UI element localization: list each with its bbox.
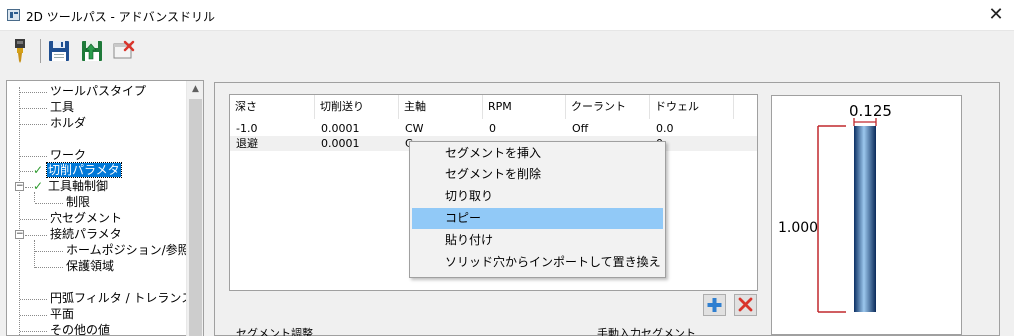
tree-connector (20, 92, 47, 93)
checkmark-icon: ✓ (33, 163, 44, 177)
delete-segment-button[interactable] (734, 294, 757, 316)
add-segment-button[interactable] (703, 294, 726, 316)
scroll-up-icon[interactable]: ▲ (187, 81, 204, 98)
tree-connector (34, 240, 35, 268)
table-cell[interactable]: CW (399, 121, 424, 136)
depth-label: 1.000 (778, 220, 818, 236)
tree-connector (25, 235, 47, 236)
table-cell[interactable]: 0.0001 (315, 136, 360, 151)
scrollbar-thumb[interactable] (189, 99, 202, 336)
collapse-icon[interactable]: − (15, 182, 24, 191)
column-header[interactable]: RPM (483, 95, 566, 119)
tree-item-label: 円弧フィルタ / トレランス (50, 291, 194, 305)
toolbar (0, 31, 1014, 71)
table-cell[interactable]: 0 (483, 121, 496, 136)
tree-item-misc-values[interactable]: その他の値 (49, 323, 111, 336)
window-title: 2D ツールパス - アドバンスドリル (26, 10, 216, 24)
title-bar: 2D ツールパス - アドバンスドリル ✕ (0, 0, 1014, 31)
tree-item-label: ホームポジション/参照点 (66, 243, 202, 257)
column-header[interactable]: 切削送り (315, 95, 399, 119)
tree-connector (35, 251, 63, 252)
tree-item-label: ホルダ (50, 116, 87, 130)
checkmark-icon: ✓ (33, 179, 44, 193)
toolbar-separator (40, 39, 41, 63)
tree-item-label: 制限 (66, 195, 91, 209)
manual-segment-label: 手動入力セグメント (597, 327, 696, 336)
drill-body (854, 126, 876, 312)
tree-connector (20, 108, 47, 109)
tree-item-protected-region[interactable]: 保護領域 (65, 259, 115, 274)
cancel-icon[interactable] (112, 38, 136, 64)
tree-item-stock[interactable]: ワーク (49, 148, 87, 163)
tree-item-link-parameters[interactable]: 接続パラメタ (49, 227, 123, 242)
tree-item-label: ツールパスタイプ (50, 84, 147, 98)
tree-connector (20, 331, 47, 332)
tree-item-home-position[interactable]: ホームポジション/参照点 (65, 243, 203, 258)
table-row[interactable]: -1.0 0.0001 CW 0 Off 0.0 (230, 121, 757, 136)
tree-item-tool[interactable]: 工具 (49, 100, 75, 115)
plus-icon (707, 298, 722, 312)
tree-item-label: 切削パラメタ (46, 162, 122, 178)
tree-connector (25, 187, 33, 188)
grid-header: 深さ 切削送り 主軸 RPM クーラント ドウェル (230, 95, 757, 119)
tree-connector (20, 219, 47, 220)
tree-connector (35, 267, 63, 268)
tree-item-label: 穴セグメント (50, 211, 123, 225)
table-cell[interactable]: -1.0 (230, 121, 257, 136)
tree-item-tool-axis-control[interactable]: 工具軸制御 (47, 179, 109, 194)
tree-item-limits[interactable]: 制限 (65, 195, 91, 210)
collapse-icon[interactable]: − (15, 230, 24, 239)
menu-item-insert-segment[interactable]: セグメントを挿入 (412, 143, 663, 164)
segment-adjust-label: セグメント調整 (236, 327, 313, 336)
tree-item-label: 工具 (50, 100, 75, 114)
tree-item-label: 工具軸制御 (48, 179, 109, 193)
table-cell[interactable]: Off (566, 121, 588, 136)
table-cell[interactable]: 退避 (230, 136, 258, 151)
tree-item-planes[interactable]: 平面 (49, 307, 75, 322)
menu-item-cut[interactable]: 切り取り (412, 186, 663, 207)
tree-item-label: 接続パラメタ (50, 227, 122, 241)
drill-preview: 0.125 1.000 (771, 95, 962, 335)
column-header[interactable]: クーラント (566, 95, 650, 119)
table-cell[interactable]: 0.0001 (315, 121, 360, 136)
context-menu: セグメントを挿入 セグメントを削除 切り取り コピー 貼り付け ソリッド穴からイ… (409, 141, 666, 278)
close-button[interactable]: ✕ (986, 3, 1006, 27)
tree-connector (35, 203, 63, 204)
menu-item-import-from-solid-hole[interactable]: ソリッド穴からインポートして置き換え (412, 252, 663, 273)
tree-item-label: ワーク (50, 148, 87, 162)
save-and-calculate-icon[interactable] (80, 38, 104, 64)
diameter-label: 0.125 (849, 102, 892, 120)
column-header[interactable]: ドウェル (650, 95, 734, 119)
table-cell[interactable]: 0.0 (650, 121, 674, 136)
tree-scrollbar[interactable]: ▲ (186, 81, 203, 336)
tree-connector (20, 124, 47, 125)
tree-item-holder[interactable]: ホルダ (49, 116, 87, 131)
tree-connector (20, 315, 47, 316)
tree-item-label: その他の値 (50, 323, 111, 336)
delete-x-icon (738, 297, 753, 312)
menu-item-copy[interactable]: コピー (412, 208, 663, 229)
menu-item-paste[interactable]: 貼り付け (412, 230, 663, 251)
tree-connector (20, 171, 33, 172)
tree-item-label: 平面 (50, 307, 75, 321)
column-header[interactable]: 深さ (230, 95, 315, 119)
save-icon[interactable] (47, 38, 71, 64)
tree-item-toolpath-type[interactable]: ツールパスタイプ (49, 84, 147, 99)
tree-connector (20, 299, 47, 300)
tree-item-arc-filter[interactable]: 円弧フィルタ / トレランス (49, 291, 194, 306)
drill-tool-icon[interactable] (8, 38, 32, 64)
menu-item-delete-segment[interactable]: セグメントを削除 (412, 164, 663, 185)
tree-item-hole-segments[interactable]: 穴セグメント (49, 211, 123, 226)
tree-item-label: 保護領域 (66, 259, 115, 273)
tree-connector (20, 156, 47, 157)
column-header[interactable]: 主軸 (399, 95, 483, 119)
tree-item-cut-parameters[interactable]: 切削パラメタ (46, 162, 122, 178)
settings-tree: ツールパスタイプ 工具 ホルダ ワーク ✓ 切削パラメタ − ✓ 工具軸制御 制… (6, 80, 204, 336)
app-icon (7, 9, 20, 21)
